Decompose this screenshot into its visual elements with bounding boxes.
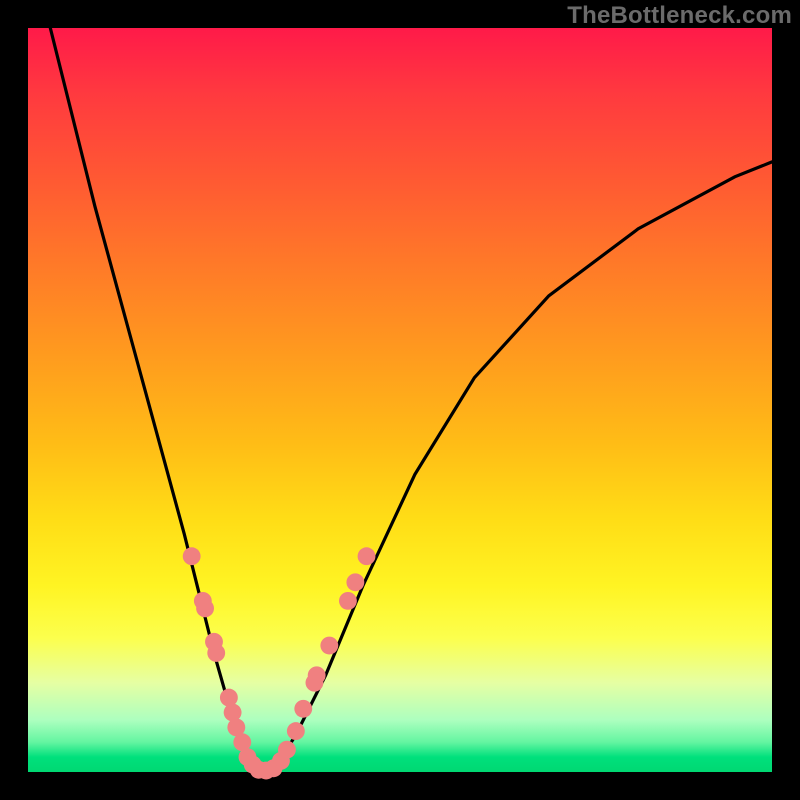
chart-frame: TheBottleneck.com [0, 0, 800, 800]
marker-dot [346, 573, 364, 591]
marker-dot [294, 700, 312, 718]
marker-dot [207, 644, 225, 662]
watermark-text: TheBottleneck.com [567, 2, 792, 30]
marker-dot [287, 722, 305, 740]
marker-dot [183, 547, 201, 565]
marker-dot [224, 704, 242, 722]
curve-line [50, 28, 772, 772]
chart-svg [28, 28, 772, 772]
marker-dot [196, 599, 214, 617]
marker-dot [278, 741, 296, 759]
marker-dot [358, 547, 376, 565]
marker-dot [320, 637, 338, 655]
marker-dots [183, 547, 376, 779]
marker-dot [339, 592, 357, 610]
plot-area [28, 28, 772, 772]
marker-dot [308, 666, 326, 684]
marker-dot [220, 689, 238, 707]
